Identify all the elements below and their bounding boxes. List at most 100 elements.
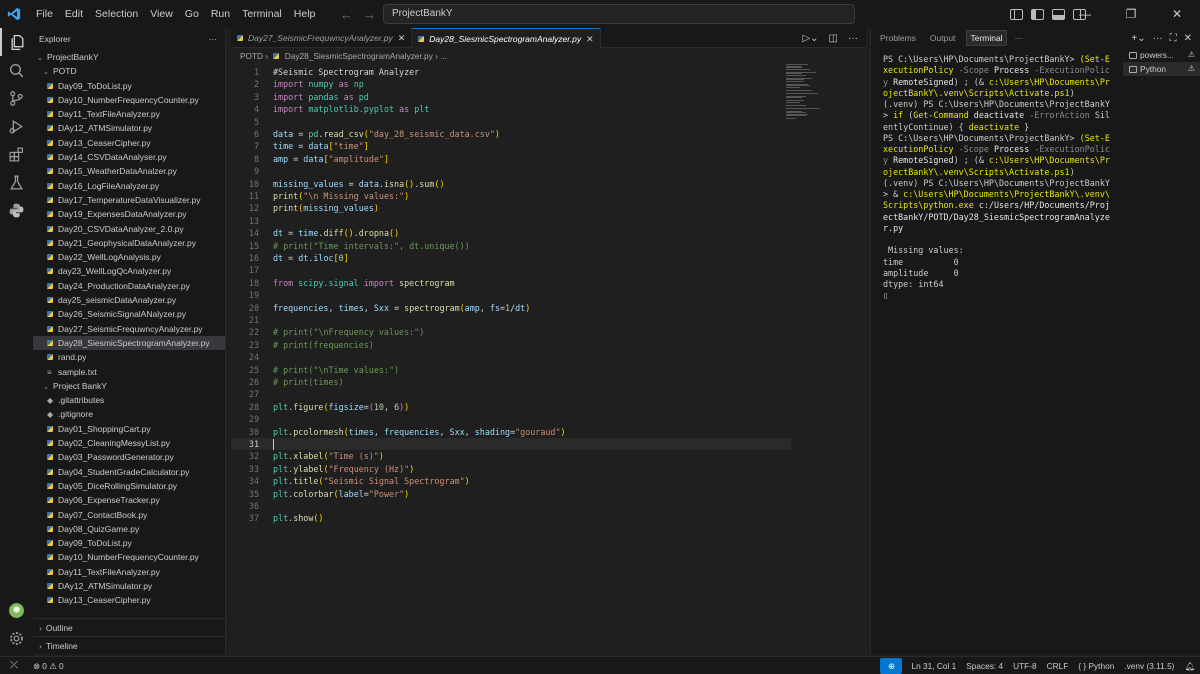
menu-terminal[interactable]: Terminal [236, 0, 288, 28]
search-icon[interactable] [0, 56, 33, 84]
menu-run[interactable]: Run [205, 0, 236, 28]
tree-file[interactable]: Day06_ExpenseTracker.py [33, 493, 225, 507]
code-line[interactable]: 15 # print("Time intervals:", dt.unique()… [231, 240, 791, 252]
code-line[interactable]: 19 [231, 289, 791, 301]
new-terminal-icon[interactable]: +⌄ [1131, 33, 1145, 44]
tree-file[interactable]: Day11_TextFileAnalyzer.py [33, 565, 225, 579]
menu-view[interactable]: View [144, 0, 179, 28]
editor-more-icon[interactable]: ··· [848, 33, 858, 44]
terminal-output[interactable]: PS C:\Users\HP\Documents\ProjectBankY> (… [883, 54, 1111, 302]
menu-selection[interactable]: Selection [89, 0, 144, 28]
code-line[interactable]: 34 plt.title("Seismic Signal Spectrogram"… [231, 475, 791, 487]
language-mode[interactable]: { } Python [1073, 657, 1119, 674]
python-interpreter[interactable]: .venv (3.11.5) [1119, 657, 1179, 674]
tree-folder-project-banky[interactable]: ⌄ Project BankY [33, 379, 225, 393]
timeline-section[interactable]: › Timeline [33, 636, 226, 654]
code-line[interactable]: 25 # print("\nTime values:") [231, 364, 791, 376]
command-center-search[interactable]: ProjectBankY [383, 4, 855, 24]
tree-file[interactable]: day25_seismicDataAnalyzer.py [33, 293, 225, 307]
code-line[interactable]: 9 [231, 165, 791, 177]
tree-folder-potd[interactable]: ⌄ POTD [33, 64, 225, 78]
close-tab-icon[interactable]: ✕ [398, 28, 406, 48]
testing-flask-icon[interactable] [0, 168, 33, 196]
menu-edit[interactable]: Edit [59, 0, 89, 28]
code-line[interactable]: 23 # print(frequencies) [231, 339, 791, 351]
code-line[interactable]: 33 plt.ylabel("Frequency (Hz)") [231, 463, 791, 475]
toggle-primary-sidebar-icon[interactable] [1031, 8, 1044, 20]
code-line[interactable]: 4 import matplotlib.pyplot as plt [231, 103, 791, 115]
tree-file[interactable]: DAy12_ATMSimulator.py [33, 121, 225, 135]
code-line[interactable]: 13 [231, 215, 791, 227]
minimize-icon[interactable]: — [1062, 0, 1108, 28]
tree-file[interactable]: Day17_TemperatureDataVisualizer.py [33, 193, 225, 207]
source-control-icon[interactable] [0, 84, 33, 112]
tree-file[interactable]: Day07_ContactBook.py [33, 508, 225, 522]
line-ending[interactable]: CRLF [1042, 657, 1074, 674]
tree-file[interactable]: Day10_NumberFrequencyCounter.py [33, 550, 225, 564]
tab-output[interactable]: Output [927, 31, 959, 45]
tree-file[interactable]: Day24_ProductionDataAnalyzer.py [33, 279, 225, 293]
tree-file[interactable]: Day21_GeophysicalDataAnalyzer.py [33, 236, 225, 250]
tree-file[interactable]: Day15_WeatherDataAnalzer.py [33, 164, 225, 178]
code-line[interactable]: 16 dt = dt.iloc[0] [231, 252, 791, 264]
code-line[interactable]: 8 amp = data["amplitude"] [231, 153, 791, 165]
tree-file[interactable]: Day03_PasswordGenerator.py [33, 450, 225, 464]
customize-layout-icon[interactable] [1010, 8, 1023, 20]
run-debug-icon[interactable] [0, 112, 33, 140]
menu-go[interactable]: Go [179, 0, 205, 28]
tree-file[interactable]: Day04_StudentGradeCalculator.py [33, 465, 225, 479]
code-line[interactable]: 14 dt = time.diff().dropna() [231, 227, 791, 239]
tree-file[interactable]: Day11_TextFileAnalyzer.py [33, 107, 225, 121]
tree-file[interactable]: Day09_ToDoList.py [33, 536, 225, 550]
tree-file[interactable]: ◆ .gitignore [33, 407, 225, 421]
encoding[interactable]: UTF-8 [1008, 657, 1042, 674]
python-icon[interactable] [0, 196, 33, 224]
menu-help[interactable]: Help [288, 0, 322, 28]
code-line[interactable]: 10 missing_values = data.isna().sum() [231, 178, 791, 190]
tree-file[interactable]: Day01_ShoppingCart.py [33, 422, 225, 436]
code-line[interactable]: 36 [231, 500, 791, 512]
breadcrumb-folder[interactable]: POTD [240, 51, 263, 61]
breadcrumb-more[interactable]: ... [440, 51, 447, 61]
code-line[interactable]: 30 plt.pcolormesh(times, frequencies, Sxx… [231, 426, 791, 438]
close-tab-icon[interactable]: ✕ [586, 29, 594, 49]
tree-file[interactable]: Day27_SeismicFrequwncyAnalyzer.py [33, 322, 225, 336]
run-file-icon[interactable]: ▷⌄ [802, 33, 818, 44]
tree-file[interactable]: Day16_LogFileAnalyzer.py [33, 179, 225, 193]
tab-day28[interactable]: Day28_SiesmicSpectrogramAnalyzer.py ✕ [412, 28, 601, 49]
remote-indicator-icon[interactable]: ⤫ [0, 657, 28, 674]
code-line[interactable]: 7 time = data["time"] [231, 140, 791, 152]
code-line[interactable]: 22 # print("\nFrequency values:") [231, 326, 791, 338]
tree-file[interactable]: Day13_CeaserCipher.py [33, 593, 225, 607]
code-line[interactable]: 3 import pandas as pd [231, 91, 791, 103]
close-window-icon[interactable]: ✕ [1154, 0, 1200, 28]
maximize-panel-icon[interactable]: ⛶ [1170, 33, 1177, 44]
tree-file[interactable]: Day22_WellLogAnalysis.py [33, 250, 225, 264]
zoom-icon[interactable]: ⊕ [880, 658, 903, 674]
extensions-icon[interactable] [0, 140, 33, 168]
tree-file[interactable]: DAy12_ATMSimulator.py [33, 579, 225, 593]
code-area[interactable]: 1 #Seismic Spectrogram Analyzer 2 import nu… [231, 64, 866, 654]
tree-file[interactable]: Day08_QuizGame.py [33, 522, 225, 536]
tree-file[interactable]: Day10_NumberFrequencyCounter.py [33, 93, 225, 107]
tree-file[interactable]: Day28_SiesmicSpectrogramAnalyzer.py [33, 335, 225, 351]
outline-section[interactable]: › Outline [33, 618, 226, 636]
code-line[interactable]: 37 plt.show() [231, 512, 791, 524]
menu-file[interactable]: File [30, 0, 59, 28]
tree-file[interactable]: Day26_SeismicSignalANalyzer.py [33, 307, 225, 321]
tree-file[interactable]: rand.py [33, 350, 225, 364]
notifications-bell-icon[interactable]: 🔔︎ [1179, 657, 1200, 674]
split-editor-icon[interactable]: ◫ [829, 33, 838, 44]
code-line[interactable]: 21 [231, 314, 791, 326]
back-arrow-icon[interactable]: ← [340, 7, 353, 22]
code-line[interactable]: 32 plt.xlabel("Time (s)") [231, 450, 791, 462]
code-line[interactable]: 5 [231, 116, 791, 128]
tree-file[interactable]: Day05_DiceRollingSimulator.py [33, 479, 225, 493]
code-line[interactable]: 28 plt.figure(figsize=(10, 6)) [231, 401, 791, 413]
tree-file[interactable]: ≡ sample.txt [33, 365, 225, 379]
tree-file[interactable]: Day14_CSVDataAnalyser.py [33, 150, 225, 164]
tree-file[interactable]: Day20_CSVDataAnalyzer_2.0.py [33, 222, 225, 236]
code-line[interactable]: 31 [231, 438, 791, 451]
explorer-more-icon[interactable]: ··· [209, 34, 218, 44]
forward-arrow-icon[interactable]: → [363, 7, 376, 22]
